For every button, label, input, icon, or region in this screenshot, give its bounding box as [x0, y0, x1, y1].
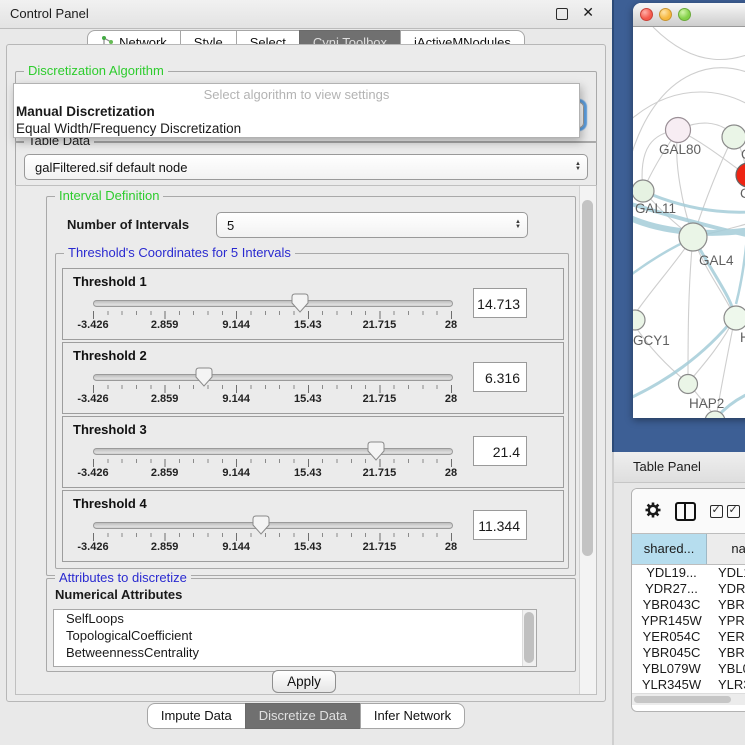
network-graph	[633, 27, 745, 418]
list-item[interactable]: SelfLoops	[54, 610, 536, 627]
apply-button[interactable]: Apply	[272, 670, 336, 693]
cyni-bottom-tabbar: Impute Data Discretize Data Infer Networ…	[0, 703, 612, 731]
tab-discretize-data[interactable]: Discretize Data	[245, 703, 361, 729]
threshold-coordinates-group: Threshold's Coordinates for 5 Intervals …	[55, 253, 569, 569]
slider-thumb[interactable]	[195, 367, 213, 387]
interval-definition-group: Interval Definition Number of Intervals …	[46, 196, 576, 576]
network-window-titlebar[interactable]	[633, 3, 745, 27]
slider-thumb[interactable]	[291, 293, 309, 313]
threshold-2-panel: Threshold 2 -3.426 2.859 9.144 15.43 21.…	[62, 342, 564, 414]
threshold-3-panel: Threshold 3 -3.426 2.859 9.144 15.43 21.…	[62, 416, 564, 488]
cyni-toolbox-content: Discretization Algorithm ▲▼ Select algor…	[6, 44, 606, 702]
combo-stepper-icon: ▲▼	[509, 220, 527, 230]
table-row[interactable]: YDR27...YDR2	[632, 580, 745, 596]
group-title: Threshold's Coordinates for 5 Intervals	[64, 245, 295, 260]
node-label: H	[740, 330, 745, 345]
combo-stepper-icon: ▲▼	[569, 162, 587, 172]
split-table-icon[interactable]	[675, 502, 696, 521]
numerical-attributes-list[interactable]: SelfLoops TopologicalCoefficient Between…	[53, 609, 537, 667]
group-title: Interval Definition	[55, 188, 163, 203]
settings-scrollpane: Interval Definition Number of Intervals …	[15, 185, 597, 695]
table-row[interactable]: YPR145WYPR1	[632, 612, 745, 628]
table-row[interactable]: YBR043CYBR0	[632, 596, 745, 612]
node-label: GCY1	[633, 333, 670, 348]
column-header-shared-name[interactable]: shared...	[632, 534, 707, 564]
group-title: Attributes to discretize	[55, 570, 191, 585]
node-label: GA	[741, 147, 745, 162]
cytoscape-desktop: GAL80 GA C GAL11 GAL4 GCY1 H HAP2	[612, 0, 745, 452]
table-panel-titlebar: Table Panel	[614, 452, 745, 483]
checkbox-icon[interactable]	[727, 505, 740, 518]
slider-track[interactable]	[93, 448, 453, 455]
scrollbar-thumb[interactable]	[582, 200, 593, 556]
scrollbar-thumb[interactable]	[634, 696, 731, 703]
table-row[interactable]: YLR345WYLR3	[632, 676, 745, 692]
table-row[interactable]: YBL079WYBL0	[632, 660, 745, 676]
table-header-row: shared... na	[632, 533, 745, 565]
control-panel: Control Panel ✕ Network Style Select Cyn…	[0, 0, 612, 745]
list-item[interactable]: BetweennessCentrality	[54, 644, 536, 661]
zoom-traffic-light-icon[interactable]	[678, 8, 691, 21]
node-label: GAL80	[659, 142, 701, 157]
list-item[interactable]: TopologicalCoefficient	[54, 627, 536, 644]
node-label: GAL11	[635, 201, 676, 216]
attributes-group: Attributes to discretize Numerical Attri…	[46, 578, 576, 672]
slider-track[interactable]	[93, 300, 453, 307]
column-header-name[interactable]: na	[707, 534, 745, 564]
table-row[interactable]: YER054CYER0	[632, 628, 745, 644]
dropdown-placeholder: Select algorithm to view settings	[14, 84, 579, 103]
number-of-intervals-label: Number of Intervals	[67, 217, 189, 232]
close-icon[interactable]: ✕	[582, 4, 594, 21]
group-title: Discretization Algorithm	[24, 63, 168, 78]
table-panel-title: Table Panel	[633, 459, 701, 474]
gear-icon[interactable]	[644, 501, 662, 522]
network-canvas[interactable]: GAL80 GA C GAL11 GAL4 GCY1 H HAP2	[633, 27, 745, 418]
threshold-4-panel: Threshold 4 -3.426 2.859 9.144 15.43 21.…	[62, 490, 564, 562]
threshold-value-field[interactable]: 21.4	[473, 436, 527, 466]
threshold-1-panel: Threshold 1 -3.426 2.859 9.144 15.43 21.…	[62, 268, 564, 340]
table-toolbar	[632, 489, 745, 533]
network-view-window[interactable]: GAL80 GA C GAL11 GAL4 GCY1 H HAP2	[633, 3, 745, 418]
threshold-value-field[interactable]: 11.344	[473, 510, 527, 540]
table-row[interactable]: YBR045CYBR0	[632, 644, 745, 660]
node-table: shared... na YDL19...YDL1 YDR27...YDR2 Y…	[631, 488, 745, 712]
table-row[interactable]: YDL19...YDL1	[632, 564, 745, 580]
algorithm-dropdown-popup: Select algorithm to view settings Manual…	[13, 83, 580, 138]
table-rows: YDL19...YDL1 YDR27...YDR2 YBR043CYBR0 YP…	[632, 564, 745, 708]
float-window-icon[interactable]	[556, 8, 568, 20]
threshold-value-field[interactable]: 14.713	[473, 288, 527, 318]
slider-thumb[interactable]	[367, 441, 385, 461]
tab-impute-data[interactable]: Impute Data	[147, 703, 246, 729]
slider-track[interactable]	[93, 374, 453, 381]
vertical-scrollbar[interactable]	[579, 186, 596, 694]
number-of-intervals-combobox[interactable]: 5 ▲▼	[216, 212, 528, 238]
close-traffic-light-icon[interactable]	[640, 8, 653, 21]
dropdown-item-equal-width[interactable]: Equal Width/Frequency Discretization	[14, 120, 579, 137]
table-data-combobox[interactable]: galFiltered.sif default node ▲▼	[24, 154, 588, 180]
threshold-value-field[interactable]: 6.316	[473, 362, 527, 392]
control-panel-titlebar: Control Panel ✕	[0, 0, 612, 29]
checkbox-icon[interactable]	[710, 505, 723, 518]
node-label: C	[740, 186, 745, 201]
slider-track[interactable]	[93, 522, 453, 529]
node-label: GAL4	[699, 253, 734, 268]
slider-thumb[interactable]	[252, 515, 270, 535]
table-panel: Table Panel shared... na YDL19...YDL1 YD…	[612, 452, 745, 745]
table-data-group: Table Data galFiltered.sif default node …	[15, 141, 597, 187]
numerical-attributes-label: Numerical Attributes	[55, 587, 182, 602]
minimize-traffic-light-icon[interactable]	[659, 8, 672, 21]
panel-title: Control Panel	[10, 6, 89, 21]
dropdown-item-manual-discretization[interactable]: Manual Discretization	[14, 103, 579, 120]
horizontal-scrollbar[interactable]	[632, 693, 745, 705]
node-label: HAP2	[689, 396, 724, 411]
list-scrollbar[interactable]	[522, 610, 536, 666]
tab-infer-network[interactable]: Infer Network	[360, 703, 465, 729]
